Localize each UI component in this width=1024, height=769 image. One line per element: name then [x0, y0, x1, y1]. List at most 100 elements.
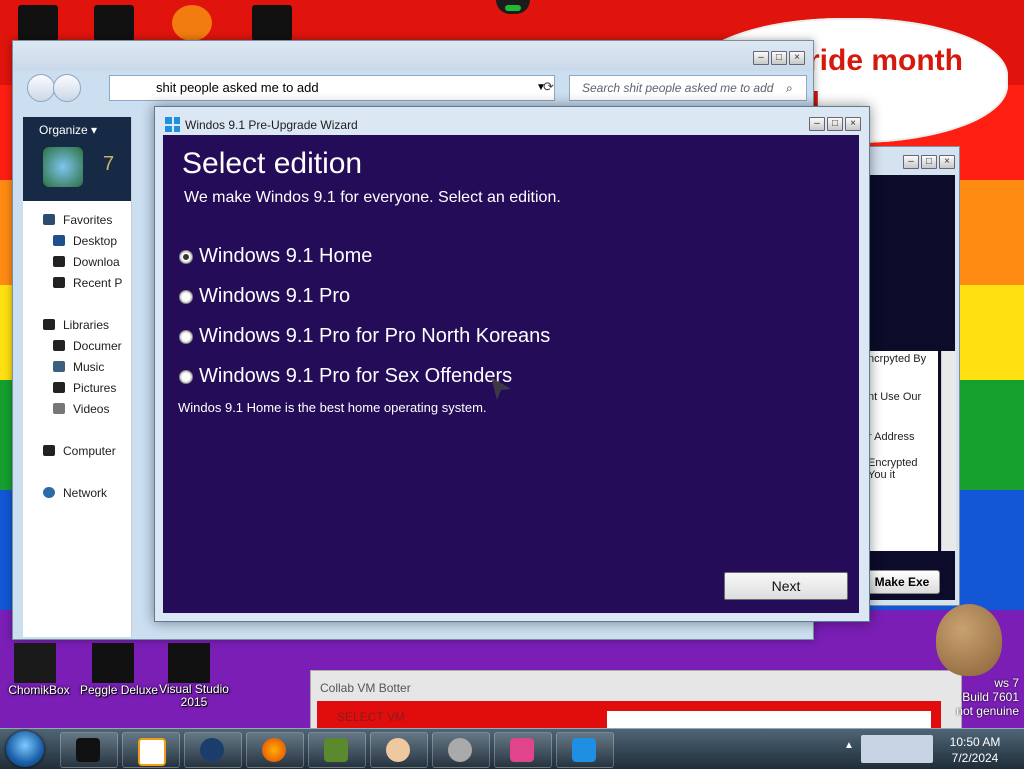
bot-window-title: Collab VM Botter: [320, 681, 411, 695]
nav-item-network[interactable]: Network: [43, 486, 107, 500]
nav-label: Favorites: [63, 213, 113, 227]
taskbar-app-7[interactable]: [432, 732, 490, 768]
radio-pro-north-koreans[interactable]: [179, 330, 193, 344]
nav-item-downloads[interactable]: Downloa: [53, 255, 120, 269]
taskbar-app-3[interactable]: [184, 732, 242, 768]
nav-item-documents[interactable]: Documer: [53, 339, 122, 353]
refresh-icon[interactable]: ⟳: [543, 79, 554, 95]
nav-pane: Organize ▾ 7 Favorites Desktop Downloa R…: [23, 117, 132, 637]
desktop-icon-top-1[interactable]: [18, 5, 58, 41]
pictures-icon: [53, 382, 65, 393]
desktop-icon-top-2[interactable]: [94, 5, 134, 41]
taskbar-app-9[interactable]: [556, 732, 614, 768]
nav-label: Videos: [73, 402, 110, 416]
panel-line: nt Use Our: [868, 391, 922, 403]
make-exe-button[interactable]: Make Exe: [864, 570, 940, 594]
search-input[interactable]: Search shit people asked me to add ⌕: [569, 75, 807, 101]
edition-description: Windos 9.1 Home is the best home operati…: [178, 400, 487, 415]
nav-item-computer[interactable]: Computer: [43, 444, 116, 458]
right-panel-scrollbar[interactable]: [941, 351, 956, 551]
edition-option-pro-north-koreans[interactable]: Windows 9.1 Pro for Pro North Koreans: [163, 323, 763, 353]
edition-option-pro[interactable]: Windows 9.1 Pro: [163, 283, 763, 313]
clock-time: 10:50 AM: [949, 735, 1001, 749]
organize-menu[interactable]: Organize ▾: [39, 123, 97, 137]
option-label: Windows 9.1 Pro for Sex Offenders: [199, 365, 513, 387]
nav-item-recent[interactable]: Recent P: [53, 276, 122, 290]
panel-line: r Address: [868, 431, 915, 443]
clock[interactable]: 10:50 AM 7/2/2024: [940, 734, 1010, 766]
nav-label: Recent P: [73, 276, 123, 290]
person-icon: [386, 738, 410, 762]
nav-item-desktop[interactable]: Desktop: [53, 234, 117, 248]
taskbar-app-6[interactable]: [370, 732, 428, 768]
item-count: 7: [103, 153, 115, 175]
taskbar-app-1[interactable]: [60, 732, 118, 768]
watermark-text: ws 7 Build 7601 not genuine: [956, 676, 1019, 718]
visual-studio-icon[interactable]: [168, 643, 210, 683]
minimize-button[interactable]: –: [903, 155, 919, 169]
speech-bubble-text: ride month: [808, 44, 963, 77]
nav-item-favorites[interactable]: Favorites: [43, 213, 112, 227]
maximize-button[interactable]: □: [771, 51, 787, 65]
taskbar-app-2[interactable]: [122, 732, 180, 768]
address-field[interactable]: shit people asked me to add ▼: [109, 75, 555, 101]
close-button[interactable]: ×: [939, 155, 955, 169]
bot-header-bar: SELECT VM: [317, 701, 941, 731]
paint-icon: [510, 738, 534, 762]
minimize-button[interactable]: –: [753, 51, 769, 65]
nav-label: Pictures: [73, 381, 117, 395]
panel-line: ncrpyted By: [868, 353, 927, 365]
option-label: Windows 9.1 Pro: [199, 285, 351, 307]
music-icon: [53, 361, 65, 372]
right-window-text-panel: ncrpyted By , nt Use Our r Address Encry…: [868, 351, 938, 551]
option-label: Windows 9.1 Pro for Pro North Koreans: [199, 325, 551, 347]
nav-label: Desktop: [73, 234, 118, 248]
taskbar-app-minecraft[interactable]: [308, 732, 366, 768]
genuine-watermark: ws 7 Build 7601 not genuine: [955, 676, 1019, 718]
address-bar-row: shit people asked me to add ▼ ⟳ Search s…: [23, 73, 808, 102]
nav-label: Documer: [73, 339, 122, 353]
nav-item-libraries[interactable]: Libraries: [43, 318, 109, 332]
clock-date: 7/2/2024: [951, 751, 999, 765]
nav-item-videos[interactable]: Videos: [53, 402, 109, 416]
taskbar-app-firefox[interactable]: [246, 732, 304, 768]
nav-item-pictures[interactable]: Pictures: [53, 381, 116, 395]
next-button[interactable]: Next: [724, 572, 848, 600]
nav-label: Computer: [63, 444, 116, 458]
nav-label: Network: [63, 486, 108, 500]
desktop-icon-label: Visual Studio 2015: [159, 682, 229, 709]
documents-icon: [53, 340, 65, 351]
close-button[interactable]: ×: [789, 51, 805, 65]
taskbar-app-8[interactable]: [494, 732, 552, 768]
peggle-deluxe-icon[interactable]: [92, 643, 134, 683]
search-placeholder: Search shit people asked me to add: [582, 81, 774, 95]
explorer-titlebar[interactable]: [13, 41, 813, 71]
panel-line: You it: [868, 469, 896, 481]
maximize-button[interactable]: □: [921, 155, 937, 169]
hamster-mascot-icon: [936, 604, 1002, 676]
radio-pro[interactable]: [179, 290, 193, 304]
desktop-icon-top-4[interactable]: [252, 5, 292, 41]
edition-option-pro-sex-offenders[interactable]: Windows 9.1 Pro for Sex Offenders: [163, 363, 763, 393]
back-button[interactable]: [27, 74, 55, 102]
globe-icon: [200, 738, 224, 762]
minimize-button[interactable]: –: [809, 117, 825, 131]
nav-label: Downloa: [73, 255, 120, 269]
desktop-icon-top-3[interactable]: [172, 5, 212, 41]
radio-pro-sex-offenders[interactable]: [179, 370, 193, 384]
start-button[interactable]: [6, 731, 44, 767]
videos-icon: [53, 403, 65, 414]
chomikbox-icon[interactable]: [14, 643, 56, 683]
option-label: Windows 9.1 Home: [199, 245, 373, 267]
edition-option-home[interactable]: Windows 9.1 Home: [163, 243, 763, 273]
nav-item-music[interactable]: Music: [53, 360, 104, 374]
nav-label: Music: [73, 360, 105, 374]
tray-expand-icon[interactable]: ▲: [844, 740, 854, 751]
search-icon[interactable]: ⌕: [786, 76, 793, 100]
close-button[interactable]: ×: [845, 117, 861, 131]
forward-button[interactable]: [53, 74, 81, 102]
system-tray[interactable]: [857, 731, 937, 767]
radio-home[interactable]: [179, 250, 193, 264]
maximize-button[interactable]: □: [827, 117, 843, 131]
collab-vm-botter-window: Collab VM Botter SELECT VM: [310, 670, 962, 732]
